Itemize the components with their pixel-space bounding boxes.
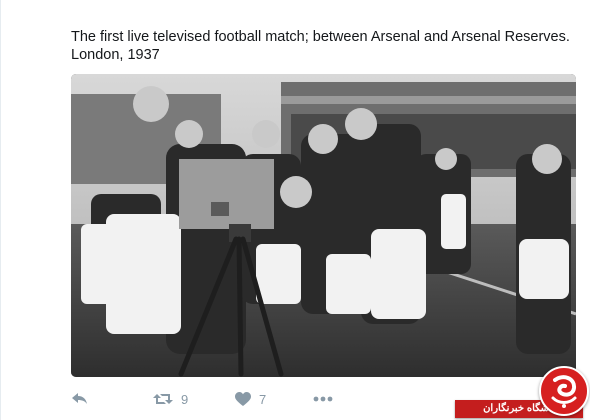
reply-button[interactable]: [71, 391, 143, 407]
retweet-button[interactable]: 9: [153, 391, 235, 407]
tweet-actions: 9 7: [71, 388, 353, 410]
timeline-border: [0, 0, 1, 420]
retweet-icon: [153, 391, 173, 407]
tweet-text-line-2: London, 1937: [71, 47, 160, 63]
site-watermark: باشگاه خبرنگاران: [453, 364, 590, 420]
tweet-photo[interactable]: [71, 74, 576, 377]
football-match-photo: [71, 74, 576, 377]
reply-icon: [71, 391, 89, 407]
tweet-text-line-1: The first live televised football match;…: [71, 29, 570, 45]
more-icon: [313, 396, 333, 402]
like-count: 7: [259, 391, 267, 407]
retweet-count: 9: [181, 391, 189, 407]
more-button[interactable]: [313, 396, 353, 402]
like-button[interactable]: 7: [235, 391, 313, 407]
tweet-text: The first live televised football match;…: [71, 28, 576, 64]
site-logo-icon: [539, 366, 589, 416]
heart-icon: [235, 391, 251, 407]
